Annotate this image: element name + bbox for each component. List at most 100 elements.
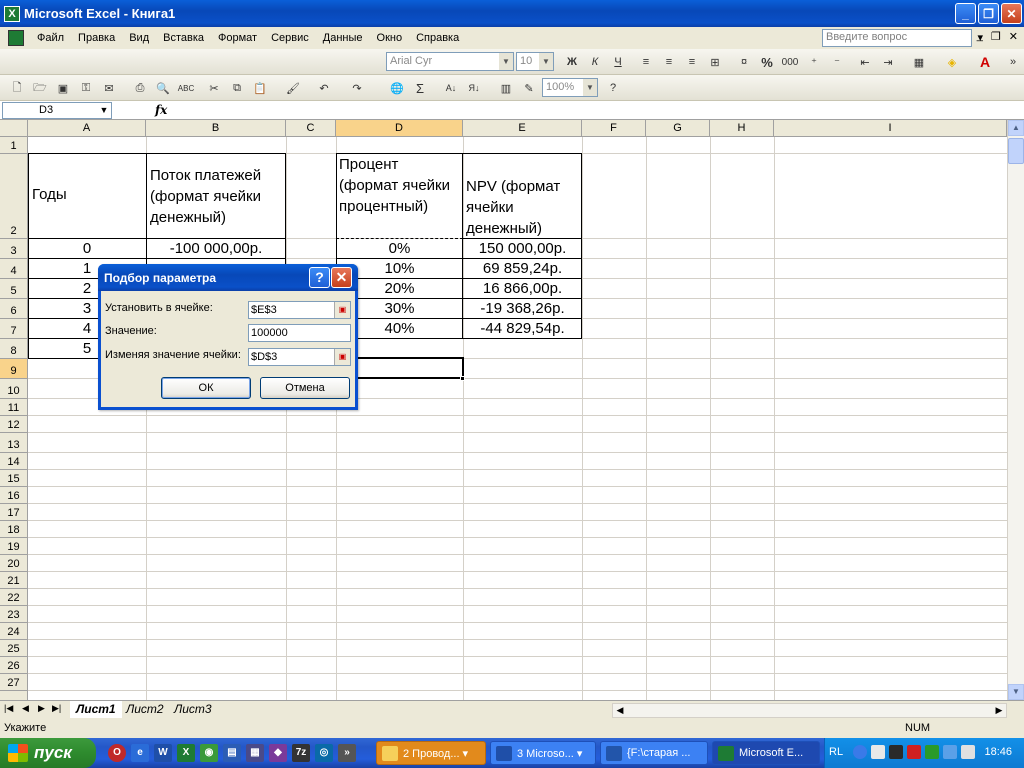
align-right-icon[interactable]: ≡: [683, 53, 701, 71]
cancel-button[interactable]: Отмена: [260, 377, 350, 399]
workbook-close-button[interactable]: ✕: [1009, 30, 1018, 43]
cell-d3[interactable]: 0%: [336, 240, 463, 257]
italic-button[interactable]: К: [586, 53, 604, 71]
task-explorer[interactable]: 2 Провод... ▾: [376, 741, 486, 765]
sheet-tab-1[interactable]: Лист1: [70, 701, 122, 718]
print-icon[interactable]: ⎙: [131, 79, 149, 97]
save-icon[interactable]: ▣: [54, 79, 72, 97]
collapse-dialog-icon[interactable]: ▣: [334, 302, 350, 318]
tray-speaker-icon[interactable]: [889, 745, 903, 759]
column-header-g[interactable]: G: [646, 120, 710, 137]
column-header-h[interactable]: H: [710, 120, 774, 137]
notes-icon[interactable]: ▤: [223, 744, 241, 762]
increase-decimal-icon[interactable]: ⁺: [805, 53, 823, 71]
scroll-up-icon[interactable]: ▲: [1008, 120, 1024, 136]
row-header-4[interactable]: 4: [0, 259, 28, 279]
start-button[interactable]: пуск: [0, 738, 96, 768]
workbook-icon[interactable]: [8, 30, 24, 46]
row-header-15[interactable]: 15: [0, 470, 28, 487]
column-header-d[interactable]: D: [336, 120, 463, 137]
row-header-3[interactable]: 3: [0, 239, 28, 259]
new-file-icon[interactable]: 🗋: [8, 79, 26, 97]
menu-tools[interactable]: Сервис: [264, 32, 316, 44]
column-header-b[interactable]: B: [146, 120, 286, 137]
spreadsheet-grid[interactable]: A B C D E F G H I 1 2 3 4 5 6 7 8 9 10 1…: [0, 120, 1007, 700]
underline-button[interactable]: Ч: [609, 53, 627, 71]
fill-color-icon[interactable]: ◈: [943, 53, 961, 71]
changing-cell-input[interactable]: $D$3 ▣: [248, 348, 351, 366]
format-painter-icon[interactable]: 🖌: [284, 79, 302, 97]
next-sheet-icon[interactable]: ▶: [38, 703, 45, 714]
scroll-right-icon[interactable]: ▶: [992, 704, 1006, 717]
zoom-select[interactable]: 100% ▼: [542, 78, 598, 97]
dialog-help-button[interactable]: ?: [309, 267, 330, 288]
horizontal-scrollbar[interactable]: ◀ ▶: [612, 703, 1007, 718]
borders-icon[interactable]: ▦: [910, 53, 928, 71]
task-editor[interactable]: {F:\старая ...: [600, 741, 708, 765]
toolbar-options-icon[interactable]: »: [1004, 53, 1022, 71]
font-name-select[interactable]: Arial Cyr ▼: [386, 52, 514, 71]
scroll-thumb[interactable]: [1008, 138, 1024, 164]
column-header-i[interactable]: I: [774, 120, 1007, 137]
app-icon[interactable]: ◉: [200, 744, 218, 762]
sort-descending-icon[interactable]: Я↓: [465, 79, 483, 97]
cell-e4[interactable]: 69 859,24р.: [463, 260, 582, 277]
row-header-13[interactable]: 13: [0, 433, 28, 453]
collapse-dialog-icon[interactable]: ▣: [334, 349, 350, 365]
language-indicator[interactable]: RL: [829, 746, 843, 758]
row-header-16[interactable]: 16: [0, 487, 28, 504]
restore-button[interactable]: ❐: [978, 3, 999, 24]
row-header-19[interactable]: 19: [0, 538, 28, 555]
minimize-button[interactable]: _: [955, 3, 976, 24]
excel-quicklaunch-icon[interactable]: X: [177, 744, 195, 762]
column-header-f[interactable]: F: [582, 120, 646, 137]
row-header-9[interactable]: 9: [0, 359, 28, 379]
menu-view[interactable]: Вид: [122, 32, 156, 44]
help-icon[interactable]: ?: [604, 79, 622, 97]
spelling-icon[interactable]: ABC: [177, 79, 195, 97]
row-header-24[interactable]: 24: [0, 623, 28, 640]
row-header-7[interactable]: 7: [0, 319, 28, 339]
task-word[interactable]: 3 Microso... ▾: [490, 741, 596, 765]
row-header-22[interactable]: 22: [0, 589, 28, 606]
font-size-select[interactable]: 10 ▼: [516, 52, 554, 71]
column-header-a[interactable]: A: [28, 120, 146, 137]
menu-file[interactable]: Файл: [30, 32, 71, 44]
name-box[interactable]: D3 ▼: [2, 102, 112, 119]
menu-help[interactable]: Справка: [409, 32, 466, 44]
row-header-18[interactable]: 18: [0, 521, 28, 538]
percent-button[interactable]: %: [758, 53, 776, 71]
last-sheet-icon[interactable]: ▶|: [52, 703, 61, 714]
row-header-5[interactable]: 5: [0, 279, 28, 299]
menu-insert[interactable]: Вставка: [156, 32, 211, 44]
vertical-scrollbar[interactable]: ▲ ▼: [1007, 120, 1024, 700]
scroll-left-icon[interactable]: ◀: [613, 704, 627, 717]
increase-indent-icon[interactable]: ⇥: [879, 53, 897, 71]
row-header-26[interactable]: 26: [0, 657, 28, 674]
thousands-button[interactable]: 000: [781, 53, 799, 71]
font-color-icon[interactable]: A: [976, 53, 994, 71]
menu-data[interactable]: Данные: [316, 32, 370, 44]
player-icon[interactable]: ◆: [269, 744, 287, 762]
internet-explorer-icon[interactable]: e: [131, 744, 149, 762]
decrease-decimal-icon[interactable]: ⁻: [828, 53, 846, 71]
tray-antivirus-icon[interactable]: [907, 745, 921, 759]
menu-edit[interactable]: Правка: [71, 32, 122, 44]
row-header-21[interactable]: 21: [0, 572, 28, 589]
redo-icon[interactable]: ↷: [348, 79, 366, 97]
cell-e5[interactable]: 16 866,00р.: [463, 280, 582, 297]
menu-window[interactable]: Окно: [370, 32, 410, 44]
cell-b2[interactable]: Поток платежей (формат ячейки денежный): [150, 165, 286, 228]
merge-center-icon[interactable]: ⊞: [706, 53, 724, 71]
align-center-icon[interactable]: ≡: [660, 53, 678, 71]
word-icon[interactable]: W: [154, 744, 172, 762]
tray-check-icon[interactable]: [925, 745, 939, 759]
first-sheet-icon[interactable]: |◀: [4, 703, 13, 714]
email-icon[interactable]: ✉: [100, 79, 118, 97]
decrease-indent-icon[interactable]: ⇤: [856, 53, 874, 71]
undo-icon[interactable]: ↶: [315, 79, 333, 97]
row-header-10[interactable]: 10: [0, 379, 28, 399]
row-header-14[interactable]: 14: [0, 453, 28, 470]
row-header-1[interactable]: 1: [0, 137, 28, 154]
select-all-corner[interactable]: [0, 120, 28, 137]
